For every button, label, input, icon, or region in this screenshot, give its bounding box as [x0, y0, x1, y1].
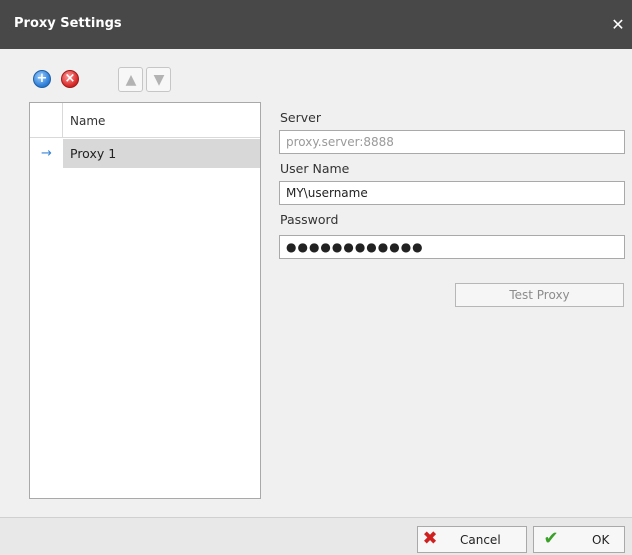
cancel-button[interactable]: ✖ Cancel: [417, 526, 527, 553]
move-down-button[interactable]: ▼: [146, 67, 171, 92]
arrow-up-icon: ▲: [125, 72, 137, 88]
remove-circle-icon: ×: [61, 70, 79, 88]
current-row-arrow-icon: →: [41, 146, 52, 161]
grid-header: Name: [30, 103, 260, 138]
proxy-settings-dialog: Proxy Settings ✕ + × ▲ ▼ Name → Proxy 1 …: [0, 0, 632, 555]
title-bar: Proxy Settings ✕: [0, 0, 632, 49]
dialog-title: Proxy Settings: [14, 16, 122, 31]
add-circle-icon: +: [33, 70, 51, 88]
cancel-label: Cancel: [460, 533, 501, 547]
add-proxy-button[interactable]: +: [30, 67, 55, 92]
proxy-grid[interactable]: Name → Proxy 1: [29, 102, 261, 499]
close-icon: ✕: [611, 15, 625, 34]
server-input[interactable]: proxy.server:8888: [279, 130, 625, 154]
table-cell-name[interactable]: Proxy 1: [63, 139, 260, 168]
column-header-name[interactable]: Name: [70, 114, 105, 128]
remove-proxy-button[interactable]: ×: [58, 67, 83, 92]
checkmark-icon: ✔: [543, 528, 559, 549]
ok-label: OK: [592, 533, 610, 547]
password-input[interactable]: ●●●●●●●●●●●●: [279, 235, 625, 259]
row-indicator-header: [30, 103, 63, 137]
cancel-x-icon: ✖: [422, 528, 438, 549]
ok-button[interactable]: ✔ OK: [533, 526, 625, 553]
dialog-footer: ✖ Cancel ✔ OK: [0, 517, 632, 555]
arrow-down-icon: ▼: [153, 72, 165, 88]
password-label: Password: [280, 212, 339, 227]
user-name-label: User Name: [280, 161, 350, 176]
move-up-button[interactable]: ▲: [118, 67, 143, 92]
test-proxy-button[interactable]: Test Proxy: [455, 283, 624, 307]
user-name-input[interactable]: MY\username: [279, 181, 625, 205]
table-row[interactable]: → Proxy 1: [30, 139, 260, 168]
close-button[interactable]: ✕: [604, 10, 632, 40]
server-label: Server: [280, 110, 321, 125]
